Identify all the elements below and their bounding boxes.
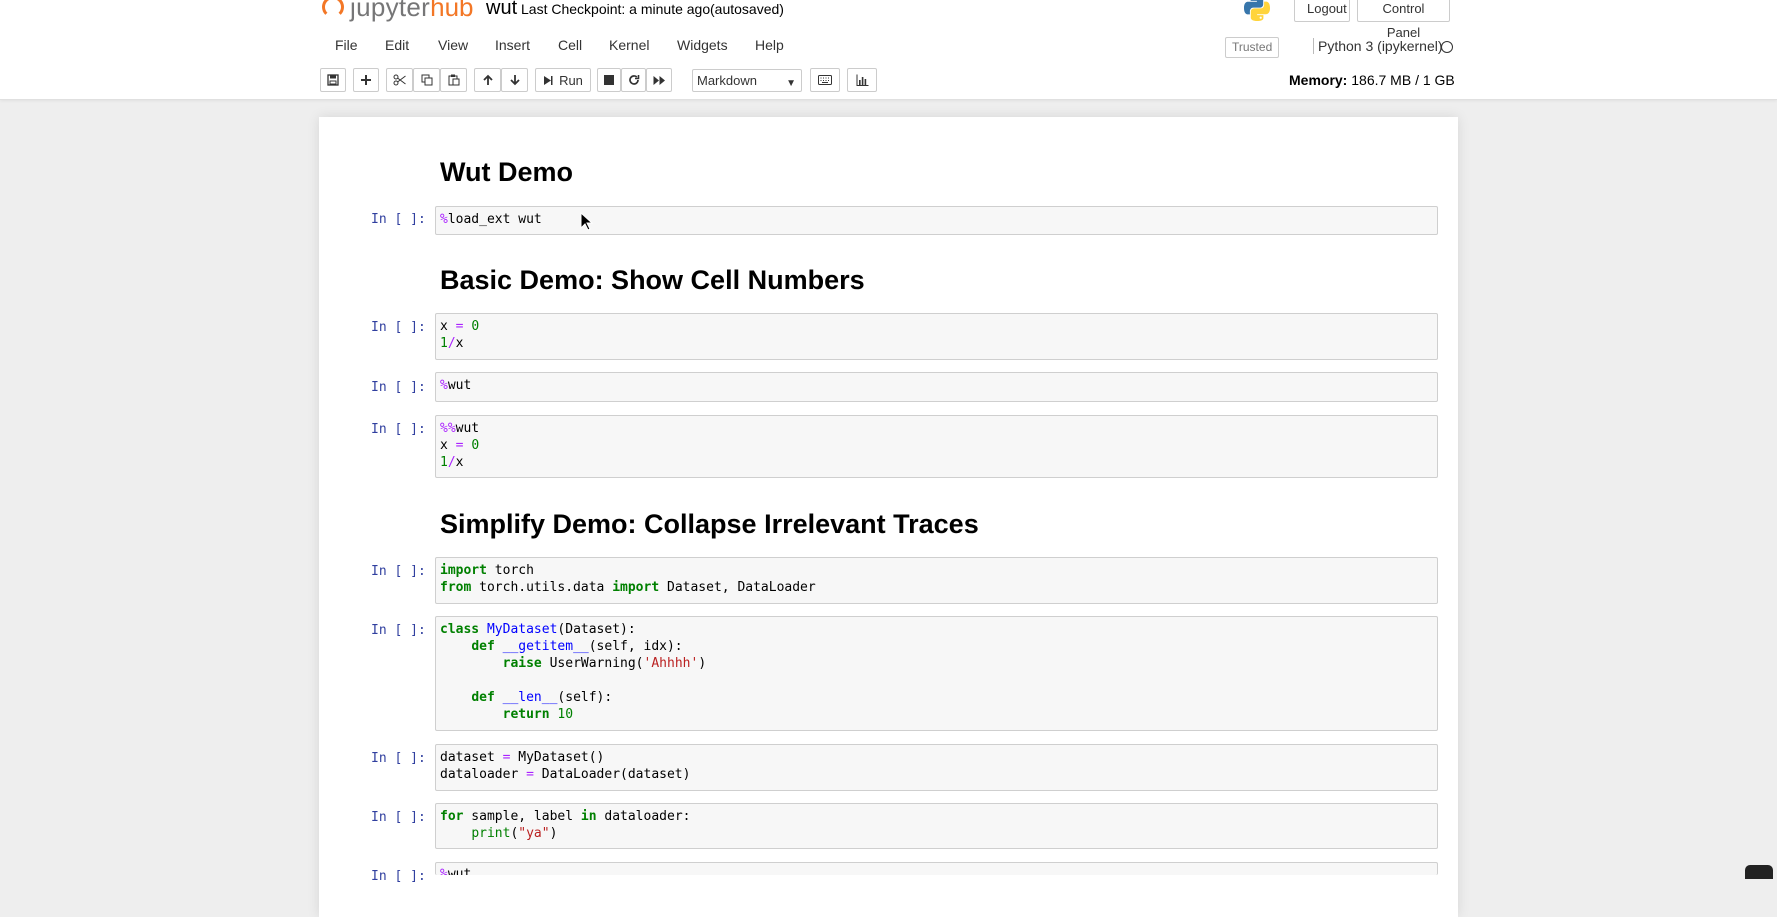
paste-button[interactable] bbox=[440, 68, 467, 92]
restart-icon bbox=[628, 75, 639, 85]
notebook-name[interactable]: wut bbox=[486, 0, 517, 20]
input-prompt: In [ ]: bbox=[371, 320, 426, 335]
code-line: for sample, label in dataloader: bbox=[440, 809, 691, 824]
chevron-down-icon: ▼ bbox=[786, 78, 796, 89]
logout-button[interactable]: Logout bbox=[1294, 0, 1350, 22]
memory-value: 186.7 MB / 1 GB bbox=[1351, 72, 1455, 88]
code-line: x = 0 bbox=[440, 438, 480, 453]
code-line: 1/x bbox=[440, 336, 464, 351]
cell-type-select[interactable]: Markdown ▼ bbox=[692, 69, 802, 92]
code-line: %wut bbox=[440, 867, 472, 875]
menu-file[interactable]: File bbox=[335, 37, 358, 53]
cut-icon bbox=[393, 74, 406, 86]
input-prompt: In [ ]: bbox=[371, 422, 426, 437]
code-cell-divide[interactable]: x = 0 1/x bbox=[435, 313, 1438, 360]
jupyterhub-logo[interactable]: jupyter hub bbox=[322, 0, 474, 22]
menu-widgets[interactable]: Widgets bbox=[677, 37, 728, 53]
paste-icon bbox=[448, 74, 459, 86]
move-up-button[interactable] bbox=[474, 68, 501, 92]
arrow-down-icon bbox=[509, 75, 520, 86]
plus-icon bbox=[361, 75, 371, 85]
keyboard-icon bbox=[818, 75, 832, 85]
input-prompt: In [ ]: bbox=[371, 212, 426, 227]
code-line: import torch bbox=[440, 563, 534, 578]
insert-cell-button[interactable] bbox=[353, 68, 379, 92]
copy-icon bbox=[421, 74, 432, 86]
control-panel-button[interactable]: Control Panel bbox=[1357, 0, 1450, 40]
restart-kernel-button[interactable] bbox=[621, 68, 646, 92]
run-button[interactable]: Run bbox=[535, 68, 591, 92]
python-logo-icon bbox=[1244, 0, 1270, 21]
menu-edit[interactable]: Edit bbox=[385, 37, 409, 53]
restart-run-all-button[interactable] bbox=[646, 68, 672, 92]
kernel-idle-icon bbox=[1441, 41, 1453, 53]
command-palette-button[interactable] bbox=[810, 68, 840, 92]
logo-jupyter-text: jupyter bbox=[350, 0, 431, 22]
code-line: x = 0 bbox=[440, 319, 480, 334]
code-cell-imports[interactable]: import torch from torch.utils.data import… bbox=[435, 557, 1438, 604]
jupyter-logo-icon bbox=[322, 0, 344, 18]
resource-usage-button[interactable] bbox=[847, 68, 877, 92]
code-line: print("ya") bbox=[471, 826, 558, 841]
header-top-row: jupyter hub wut Last Checkpoint: a minute… bbox=[0, 0, 1777, 40]
bar-chart-icon bbox=[856, 74, 868, 86]
memory-usage: Memory: 186.7 MB / 1 GB bbox=[1289, 72, 1455, 88]
code-line: 1/x bbox=[440, 455, 464, 470]
run-label: Run bbox=[559, 72, 583, 88]
mouse-cursor-icon bbox=[580, 212, 594, 231]
menu-help[interactable]: Help bbox=[755, 37, 784, 53]
copy-button[interactable] bbox=[413, 68, 440, 92]
code-line: return 10 bbox=[502, 707, 574, 722]
menu-kernel[interactable]: Kernel bbox=[609, 37, 649, 53]
input-prompt: In [ ]: bbox=[371, 751, 426, 766]
input-prompt: In [ ]: bbox=[371, 380, 426, 395]
menu-insert[interactable]: Insert bbox=[495, 37, 530, 53]
code-line: %%wut bbox=[440, 421, 480, 436]
step-forward-icon bbox=[544, 75, 553, 85]
code-cell-wut-magic[interactable]: %%wut x = 0 1/x bbox=[435, 415, 1438, 478]
checkpoint-status: Last Checkpoint: a minute ago bbox=[521, 1, 711, 17]
code-line: %wut bbox=[440, 378, 472, 393]
autosave-status: (autosaved) bbox=[710, 1, 784, 17]
code-line: def __getitem__(self, idx): bbox=[471, 639, 683, 654]
kernel-name[interactable]: Python 3 (ipykernel) bbox=[1313, 38, 1443, 54]
fast-forward-icon bbox=[653, 75, 665, 85]
input-prompt: In [ ]: bbox=[371, 810, 426, 825]
code-cell-wut-last[interactable]: %wut bbox=[435, 862, 1438, 875]
menu-view[interactable]: View bbox=[438, 37, 468, 53]
code-cell-loop[interactable]: for sample, label in dataloader: print("… bbox=[435, 803, 1438, 849]
code-line: def __len__(self): bbox=[471, 690, 613, 705]
code-cell-wut[interactable]: %wut bbox=[435, 372, 1438, 402]
markdown-heading[interactable]: Simplify Demo: Collapse Irrelevant Trace… bbox=[440, 509, 979, 540]
cell-type-value: Markdown bbox=[697, 73, 757, 88]
markdown-heading[interactable]: Wut Demo bbox=[440, 157, 573, 188]
code-cell-dataloader[interactable]: dataset = MyDataset() dataloader = DataLo… bbox=[435, 744, 1438, 791]
logo-hub-text: hub bbox=[430, 0, 474, 22]
interrupt-kernel-button[interactable] bbox=[597, 68, 621, 92]
input-prompt: In [ ]: bbox=[371, 564, 426, 579]
code-line: raise UserWarning('Ahhhh') bbox=[502, 656, 707, 671]
arrow-up-icon bbox=[482, 74, 493, 85]
menu-cell[interactable]: Cell bbox=[558, 37, 582, 53]
stop-icon bbox=[604, 75, 614, 85]
save-button[interactable] bbox=[320, 68, 346, 92]
input-prompt: In [ ]: bbox=[371, 869, 426, 884]
markdown-heading[interactable]: Basic Demo: Show Cell Numbers bbox=[440, 265, 865, 296]
move-down-button[interactable] bbox=[501, 68, 528, 92]
code-line: from torch.utils.data import Dataset, Da… bbox=[440, 580, 816, 595]
memory-label: Memory: bbox=[1289, 72, 1348, 88]
notebook-header: jupyter hub wut Last Checkpoint: a minute… bbox=[0, 0, 1777, 100]
input-prompt: In [ ]: bbox=[371, 623, 426, 638]
trusted-badge[interactable]: Trusted bbox=[1225, 37, 1280, 58]
code-line: class MyDataset(Dataset): bbox=[440, 622, 636, 637]
save-icon bbox=[327, 74, 339, 86]
code-line: dataloader = DataLoader(dataset) bbox=[440, 767, 691, 782]
menubar: File Edit View Insert Cell Kernel Widget… bbox=[322, 34, 1455, 62]
corner-widget bbox=[1745, 865, 1773, 879]
cut-button[interactable] bbox=[386, 68, 413, 92]
code-cell-dataset-class[interactable]: class MyDataset(Dataset): def __getitem_… bbox=[435, 616, 1438, 731]
toolbar: Run Markdown ▼ Memory: 186.7 MB / 1 GB bbox=[320, 68, 1455, 95]
code-line: dataset = MyDataset() bbox=[440, 750, 605, 765]
